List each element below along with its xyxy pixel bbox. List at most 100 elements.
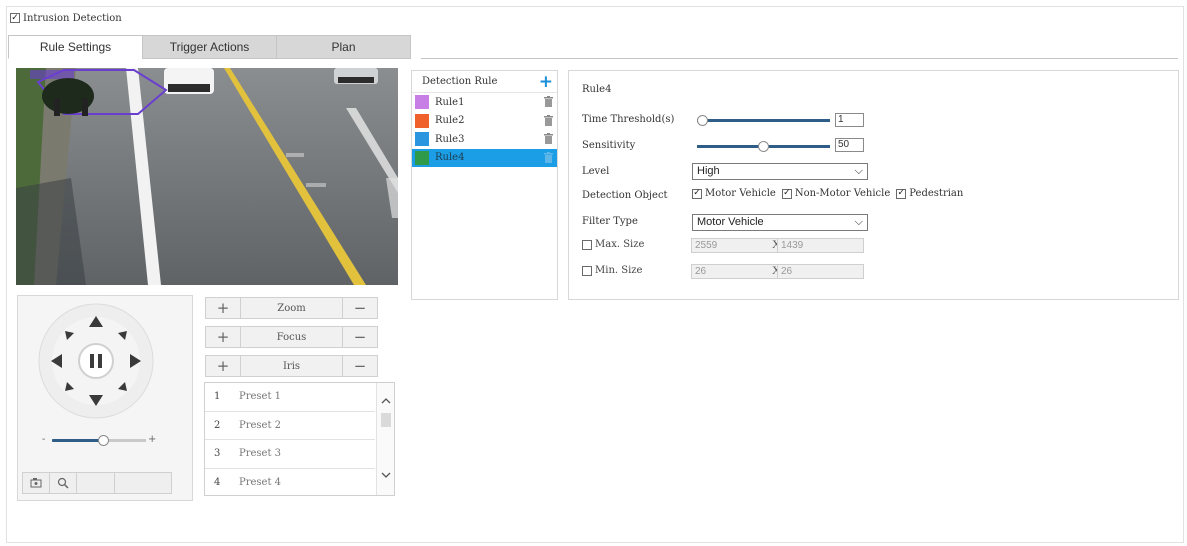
speed-slider-knob[interactable]: [97, 435, 109, 446]
max-height-input[interactable]: 1439: [777, 238, 864, 253]
rule-list-title: Detection Rule: [422, 76, 498, 87]
rule-config-title: Rule4: [582, 84, 612, 95]
filter-type-select[interactable]: Motor Vehicle ⌵: [692, 214, 868, 231]
preset-list: 1 Preset 1 2 Preset 2 3 Preset 3 4 Prese…: [204, 382, 395, 496]
min-height-input[interactable]: 26: [777, 264, 864, 279]
sensitivity-knob[interactable]: [758, 141, 769, 152]
zoom-label: Zoom: [240, 298, 343, 318]
tab-plan[interactable]: Plan: [276, 35, 411, 59]
focus-near-button[interactable]: +: [206, 327, 240, 347]
max-width-input[interactable]: 2559: [691, 238, 778, 253]
detection-object-options: ✓ Motor Vehicle ✓ Non-Motor Vehicle ✓ Pe…: [692, 188, 963, 199]
filter-type-label: Filter Type: [582, 216, 638, 227]
preset-name: Preset 2: [239, 419, 282, 431]
time-threshold-knob[interactable]: [697, 115, 708, 126]
iris-control: + Iris −: [205, 355, 378, 377]
preset-row[interactable]: 4 Preset 4: [205, 469, 375, 498]
non-motor-vehicle-label: Non-Motor Vehicle: [794, 188, 891, 199]
rule-item-rule3[interactable]: Rule3: [412, 130, 557, 149]
level-label: Level: [582, 166, 610, 177]
max-size-label: Max. Size: [595, 239, 645, 250]
preset-name: Preset 1: [239, 391, 282, 403]
live-video-preview[interactable]: [16, 68, 398, 285]
max-size-toggle[interactable]: Max. Size: [582, 239, 644, 250]
motor-vehicle-label: Motor Vehicle: [705, 188, 776, 199]
pedestrian-label: Pedestrian: [909, 188, 964, 199]
rule-color-swatch: [415, 132, 429, 147]
min-size-toggle[interactable]: Min. Size: [582, 265, 642, 276]
sensitivity-slider[interactable]: [697, 141, 830, 152]
focus-label: Focus: [240, 327, 343, 347]
sensitivity-input[interactable]: 50: [835, 138, 864, 152]
direction-pad[interactable]: [18, 296, 194, 472]
sensitivity-label: Sensitivity: [582, 140, 636, 151]
zoom-area-button[interactable]: [50, 473, 77, 493]
scroll-down-icon: [381, 472, 391, 478]
toolbar-slot-3[interactable]: [77, 473, 115, 493]
zoom-control: + Zoom −: [205, 297, 378, 319]
min-width-input[interactable]: 26: [691, 264, 778, 279]
time-threshold-label: Time Threshold(s): [582, 114, 675, 125]
scrollbar-graphics: [381, 398, 391, 478]
road-scene-image: [16, 68, 398, 285]
detection-object-label: Detection Object: [582, 190, 668, 201]
iris-open-button[interactable]: +: [206, 356, 240, 376]
speed-slider-fill: [52, 439, 104, 442]
zoom-in-button[interactable]: +: [206, 298, 240, 318]
rule-label: Rule2: [435, 115, 465, 127]
snapshot-button[interactable]: [23, 473, 50, 493]
speed-min-label: -: [42, 434, 46, 445]
time-threshold-slider[interactable]: [697, 115, 830, 126]
preset-number: 4: [214, 477, 221, 489]
level-select[interactable]: High ⌵: [692, 163, 868, 180]
focus-far-button[interactable]: −: [343, 327, 377, 347]
ptz-bottom-toolbar: [22, 472, 172, 494]
rule-config-panel: Rule4 Time Threshold(s) 1 Sensitivity 50…: [568, 70, 1179, 300]
chevron-down-icon: ⌵: [854, 216, 863, 228]
preset-name: Preset 3: [239, 448, 282, 460]
iris-close-button[interactable]: −: [343, 356, 377, 376]
intrusion-detection-checkbox[interactable]: ✓: [10, 13, 20, 23]
preset-number: 2: [214, 419, 221, 431]
rule-color-swatch: [415, 150, 429, 165]
motor-vehicle-checkbox[interactable]: ✓: [692, 188, 702, 199]
rule-label: Rule1: [435, 96, 465, 108]
delete-rule-icon[interactable]: [544, 133, 553, 144]
detection-rule-panel: Detection Rule + Rule1 Rule2 Rule3 Rule4: [411, 70, 558, 300]
preset-row[interactable]: 2 Preset 2: [205, 412, 375, 440]
speed-max-label: +: [148, 434, 157, 445]
focus-control: + Focus −: [205, 326, 378, 348]
toolbar-slot-4[interactable]: [115, 473, 171, 493]
tab-divider: [421, 58, 1178, 59]
ptz-speed-slider[interactable]: [52, 435, 146, 446]
rule-label: Rule3: [435, 133, 465, 145]
delete-rule-icon[interactable]: [544, 151, 553, 163]
max-size-checkbox[interactable]: [582, 239, 592, 250]
rule-item-rule1[interactable]: Rule1: [412, 93, 557, 112]
ptz-control-panel: - +: [17, 295, 193, 501]
tab-rule-settings[interactable]: Rule Settings: [8, 35, 143, 59]
preset-row[interactable]: 3 Preset 3: [205, 440, 375, 469]
zoom-out-button[interactable]: −: [343, 298, 377, 318]
intrusion-detection-toggle[interactable]: ✓ Intrusion Detection: [10, 11, 122, 25]
min-size-label: Min. Size: [595, 265, 643, 276]
pedestrian-checkbox[interactable]: ✓: [896, 188, 907, 199]
preset-number: 3: [214, 448, 221, 460]
preset-scrollbar[interactable]: [376, 383, 394, 495]
scroll-thumb: [381, 413, 391, 427]
time-threshold-input[interactable]: 1: [835, 113, 864, 127]
add-rule-icon[interactable]: +: [539, 72, 553, 92]
tab-trigger-actions[interactable]: Trigger Actions: [142, 35, 277, 59]
delete-rule-icon[interactable]: [544, 96, 553, 107]
rule-color-swatch: [415, 95, 429, 110]
rule-item-rule2[interactable]: Rule2: [412, 112, 557, 131]
non-motor-vehicle-checkbox[interactable]: ✓: [781, 188, 792, 199]
min-size-checkbox[interactable]: [582, 265, 592, 276]
filter-type-value: Motor Vehicle: [697, 216, 764, 228]
rule-item-rule4[interactable]: Rule4: [412, 148, 557, 167]
intrusion-detection-label: Intrusion Detection: [23, 12, 122, 24]
preset-name: Preset 4: [239, 477, 282, 489]
preset-row[interactable]: 1 Preset 1: [205, 383, 375, 412]
snapshot-icon: [30, 478, 42, 488]
delete-rule-icon[interactable]: [544, 114, 553, 126]
